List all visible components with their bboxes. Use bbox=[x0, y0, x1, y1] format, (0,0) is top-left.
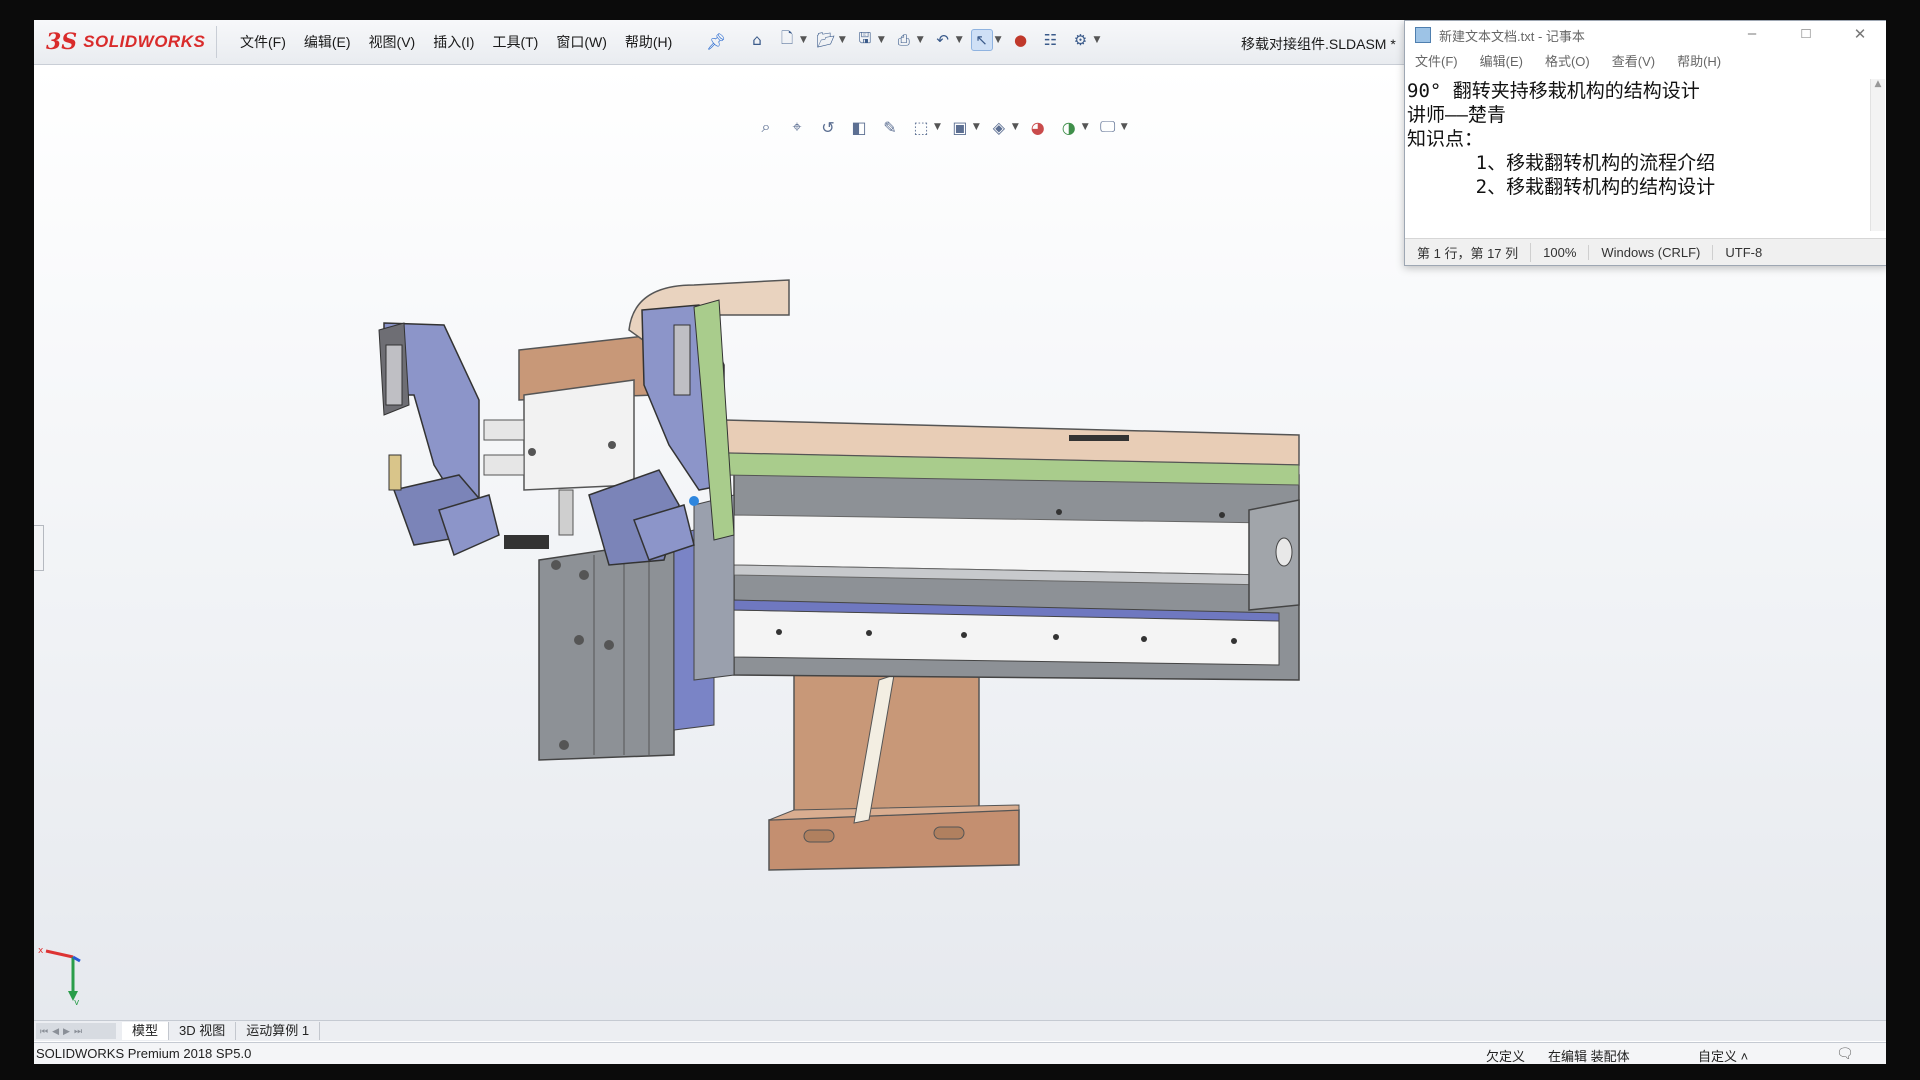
definition-status: 欠定义 bbox=[1486, 1049, 1526, 1064]
chevron-up-icon: ˄ bbox=[1740, 1049, 1749, 1064]
units-label: 自定义 bbox=[1698, 1049, 1738, 1064]
text-line: 知识点： bbox=[1407, 128, 1484, 150]
notepad-app-icon bbox=[1415, 27, 1431, 43]
message-icon[interactable]: 🗨︎ bbox=[1836, 1045, 1854, 1062]
notepad-window[interactable]: 新建文本文档.txt - 记事本 – □ ✕ 文件(F) 编辑(E) 格式(O)… bbox=[1404, 20, 1886, 266]
editing-status: 在编辑 装配体 bbox=[1548, 1049, 1630, 1064]
text-line: 90° 翻转夹持移栽机构的结构设计 bbox=[1407, 80, 1700, 102]
minimize-icon[interactable]: – bbox=[1725, 25, 1779, 43]
print-icon[interactable]: ⎙ bbox=[893, 29, 915, 51]
app-window: 3S SOLIDWORKS 文件(F) 编辑(E) 视图(V) 插入(I) 工具… bbox=[34, 20, 1886, 1064]
version-label: SOLIDWORKS Premium 2018 SP5.0 bbox=[36, 1046, 252, 1061]
maximize-icon[interactable]: □ bbox=[1779, 25, 1833, 43]
scroll-up-icon[interactable]: ▲ bbox=[1871, 79, 1885, 89]
cursor-position: 第 1 行，第 17 列 bbox=[1405, 242, 1532, 262]
zoom-level: 100% bbox=[1531, 244, 1590, 260]
status-bar: SOLIDWORKS Premium 2018 SP5.0 欠定义 在编辑 装配… bbox=[34, 1042, 1886, 1064]
chevron-down-icon[interactable]: ▼ bbox=[995, 35, 1002, 45]
feature-manager-toggle[interactable] bbox=[34, 525, 44, 571]
options-gear-icon[interactable]: ⚙ bbox=[1070, 29, 1092, 51]
np-menu-view[interactable]: 查看(V) bbox=[1612, 51, 1655, 70]
pedestal-base[interactable] bbox=[768, 654, 1020, 871]
last-tab-icon[interactable]: ⏭ bbox=[74, 1026, 82, 1037]
encoding: UTF-8 bbox=[1725, 244, 1763, 260]
units-custom[interactable]: 自定义 ˄ bbox=[1698, 1046, 1748, 1064]
menu-insert[interactable]: 插入(I) bbox=[433, 32, 474, 52]
first-tab-icon[interactable]: ⏮ bbox=[40, 1026, 48, 1037]
chevron-down-icon[interactable]: ▼ bbox=[1094, 35, 1101, 45]
document-title: 移载对接组件.SLDASM * bbox=[1241, 36, 1396, 52]
chevron-down-icon[interactable]: ▼ bbox=[839, 35, 846, 45]
undo-icon[interactable]: ↶ bbox=[932, 29, 954, 51]
notepad-menu-bar: 文件(F) 编辑(E) 格式(O) 查看(V) 帮助(H) bbox=[1405, 49, 1886, 71]
menu-edit[interactable]: 编辑(E) bbox=[304, 32, 351, 52]
gripper-left[interactable] bbox=[378, 322, 500, 557]
menu-bar: 文件(F) 编辑(E) 视图(V) 插入(I) 工具(T) 窗口(W) 帮助(H… bbox=[240, 32, 672, 52]
save-icon[interactable]: 🖫︎ bbox=[854, 29, 876, 51]
notepad-text-area[interactable]: 90° 翻转夹持移栽机构的结构设计 讲师——楚青 知识点： 1、移栽翻转机构的流程介… bbox=[1407, 79, 1869, 229]
chevron-down-icon[interactable]: ▼ bbox=[917, 35, 924, 45]
svg-text:x: x bbox=[38, 946, 44, 956]
logo-mark: 3S bbox=[46, 29, 78, 55]
linear-module-beam[interactable] bbox=[733, 464, 1300, 681]
reference-triad: x y bbox=[38, 946, 81, 1005]
svg-text:y: y bbox=[74, 998, 80, 1005]
notepad-status-bar: 第 1 行，第 17 列 100% Windows (CRLF) UTF-8 bbox=[1405, 238, 1886, 265]
select-cursor-icon[interactable]: ↖ bbox=[970, 29, 993, 51]
chevron-down-icon[interactable]: ▼ bbox=[956, 35, 963, 45]
np-menu-help[interactable]: 帮助(H) bbox=[1677, 51, 1721, 70]
next-tab-icon[interactable]: ▶ bbox=[63, 1026, 70, 1037]
close-icon[interactable]: ✕ bbox=[1833, 25, 1886, 43]
chevron-down-icon[interactable]: ▼ bbox=[800, 35, 807, 45]
tab-motion-study[interactable]: 运动算例 1 bbox=[236, 1022, 321, 1040]
menu-file[interactable]: 文件(F) bbox=[240, 32, 286, 52]
menu-help[interactable]: 帮助(H) bbox=[625, 32, 672, 52]
text-line: 2、移栽翻转机构的结构设计 bbox=[1407, 176, 1716, 198]
notepad-titlebar[interactable]: 新建文本文档.txt - 记事本 – □ ✕ bbox=[1405, 21, 1886, 49]
menu-tools[interactable]: 工具(T) bbox=[492, 32, 538, 52]
pin-menu-icon[interactable]: 📌︎ bbox=[706, 32, 726, 51]
tab-model[interactable]: 模型 bbox=[122, 1022, 170, 1040]
home-icon[interactable]: ⌂ bbox=[746, 29, 768, 51]
notepad-scrollbar[interactable]: ▲ bbox=[1870, 79, 1885, 231]
np-menu-file[interactable]: 文件(F) bbox=[1415, 51, 1458, 70]
np-menu-format[interactable]: 格式(O) bbox=[1545, 51, 1590, 70]
tab-scroll-controls[interactable]: ⏮ ◀ ▶ ⏭ bbox=[36, 1023, 116, 1039]
menu-view[interactable]: 视图(V) bbox=[369, 32, 416, 52]
bottom-tab-bar: ⏮ ◀ ▶ ⏭ 模型 3D 视图 运动算例 1 bbox=[34, 1020, 1886, 1041]
logo-text: SOLIDWORKS bbox=[83, 32, 206, 51]
tab-3d-view[interactable]: 3D 视图 bbox=[169, 1022, 237, 1040]
solidworks-logo[interactable]: 3S SOLIDWORKS bbox=[46, 26, 217, 58]
chevron-down-icon[interactable]: ▼ bbox=[878, 35, 885, 45]
prev-tab-icon[interactable]: ◀ bbox=[52, 1026, 59, 1037]
line-ending: Windows (CRLF) bbox=[1589, 244, 1714, 260]
menu-window[interactable]: 窗口(W) bbox=[556, 32, 607, 52]
notepad-title: 新建文本文档.txt - 记事本 bbox=[1439, 28, 1585, 44]
np-menu-edit[interactable]: 编辑(E) bbox=[1480, 51, 1523, 70]
open-icon[interactable]: 📂︎ bbox=[815, 29, 837, 51]
top-cover[interactable] bbox=[723, 419, 1300, 486]
standard-toolbar: ⌂ 🗋︎ ▼ 📂︎ ▼ 🖫︎ ▼ ⎙ ▼ ↶ ▼ ↖ ▼ ● ☷ ⚙ ▼ bbox=[746, 29, 1100, 51]
file-properties-icon[interactable]: ☷ bbox=[1040, 29, 1062, 51]
text-line: 1、移栽翻转机构的流程介绍 bbox=[1407, 152, 1716, 174]
text-line: 讲师——楚青 bbox=[1407, 104, 1506, 126]
new-file-icon[interactable]: 🗋︎ bbox=[776, 29, 798, 51]
traffic-light-icon[interactable]: ● bbox=[1010, 29, 1032, 51]
